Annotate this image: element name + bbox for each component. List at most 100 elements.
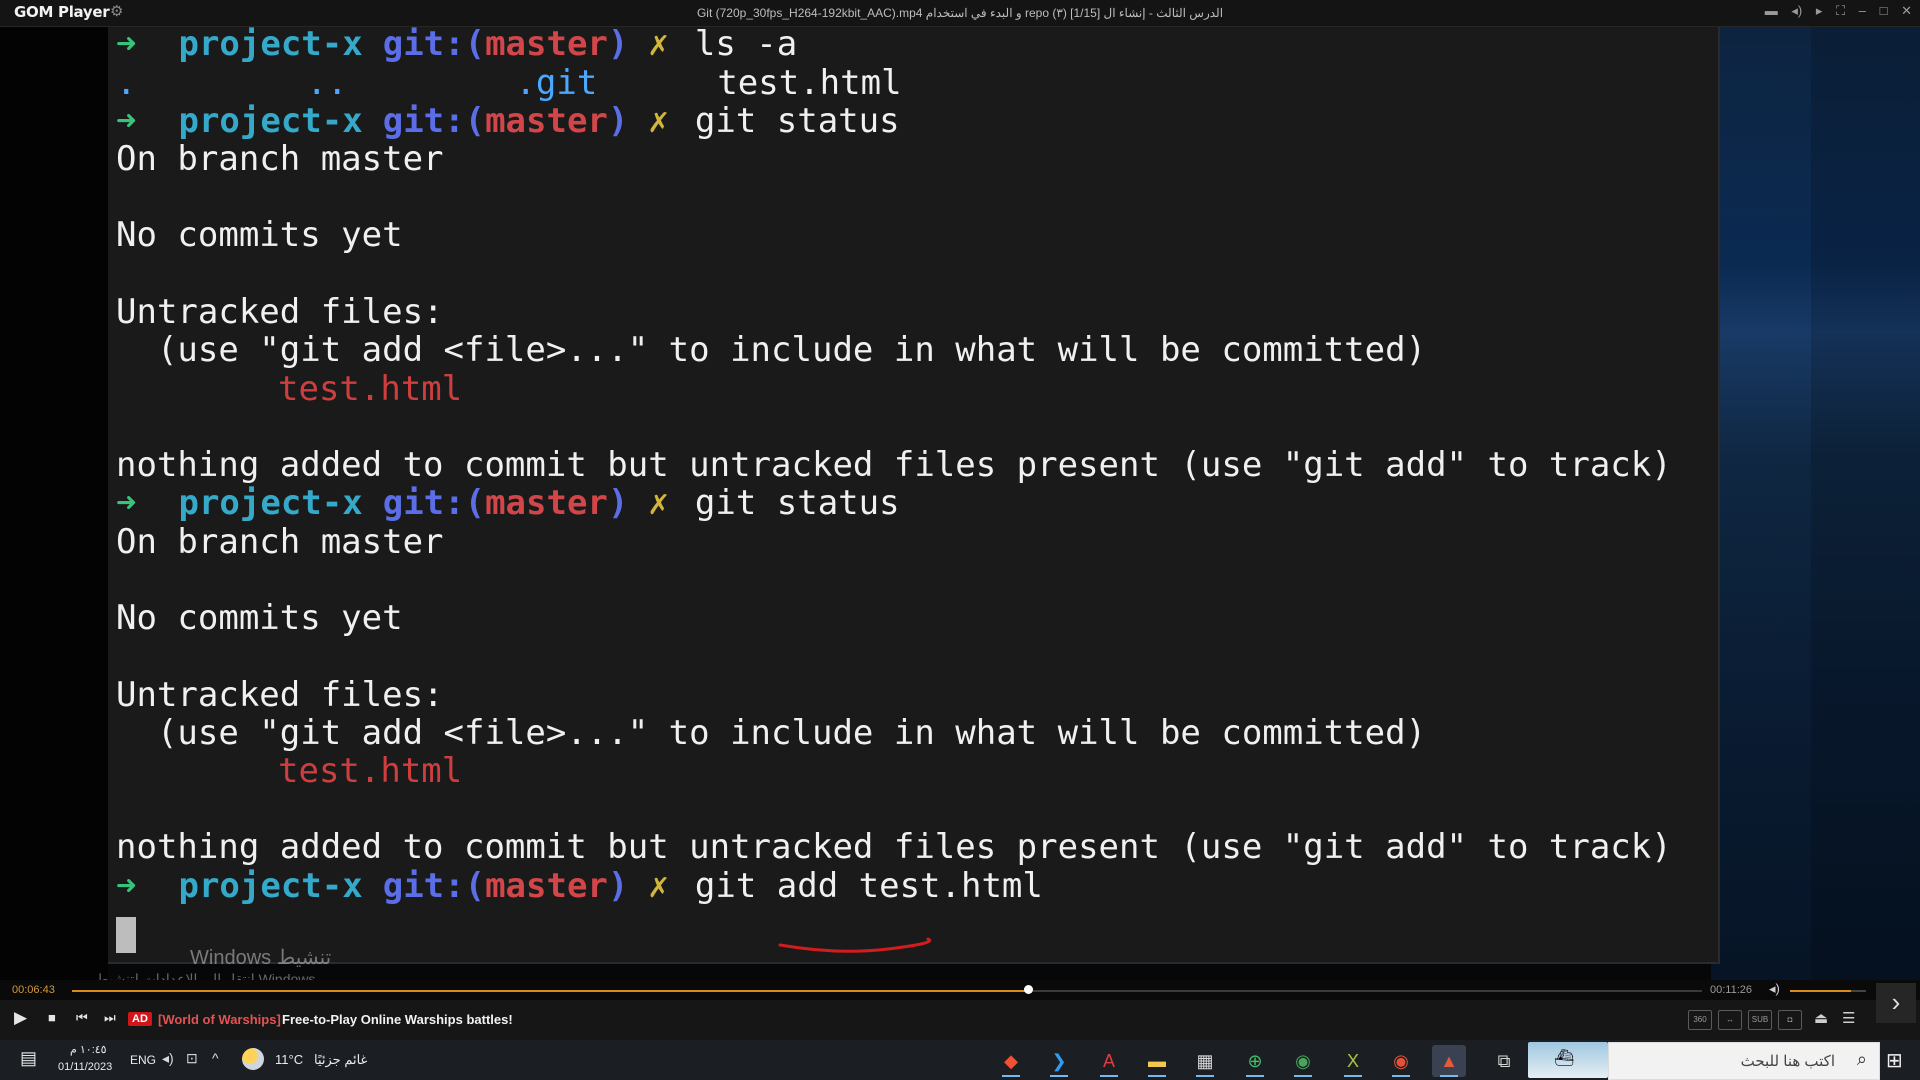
play-icon[interactable]: ▶ <box>14 1008 27 1028</box>
listing-dot: . <box>116 63 137 103</box>
weather-temperature[interactable]: 11°C <box>275 1052 303 1067</box>
close-icon[interactable]: ✕ <box>1901 3 1912 19</box>
chrome-app-icon[interactable]: ◉ <box>1286 1045 1320 1077</box>
video-letterbox-left <box>0 27 108 980</box>
speaker-icon[interactable]: ◂) <box>1791 3 1802 19</box>
title-bar: GOM Player ⚙ Git (720p_30fps_H264-192kbi… <box>0 0 1920 27</box>
terminal-output-text: No commits yet <box>116 598 403 638</box>
ad-text[interactable]: Free-to-Play Online Warships battles! <box>282 1012 513 1027</box>
vr-360-button[interactable]: 360 <box>1688 1010 1712 1030</box>
listing-git-dir: .git <box>515 63 598 103</box>
gear-icon[interactable]: ⚙ <box>110 2 123 20</box>
windows-start-icon[interactable]: ⊞ <box>1886 1048 1903 1073</box>
untracked-file-name: test.html <box>278 751 463 791</box>
notification-icon[interactable]: ▤ <box>20 1048 37 1069</box>
terminal-output-text: Untracked files: <box>116 292 444 332</box>
taskbar-search-box[interactable]: اكتب هنا للبحث ⌕ <box>1608 1042 1880 1080</box>
next-icon[interactable]: ⏭ <box>104 1010 116 1026</box>
network-tray-icon[interactable]: ⊡ <box>186 1050 198 1067</box>
prompt-branch: master <box>485 27 608 64</box>
current-time: 00:06:43 <box>12 984 55 996</box>
volume-tray-icon[interactable]: ◂) <box>162 1050 174 1067</box>
prompt-branch: master <box>485 483 608 523</box>
gom-player-app-icon[interactable]: ▲ <box>1432 1045 1466 1077</box>
chevron-right-icon[interactable]: › <box>1876 983 1916 1023</box>
stop-icon[interactable]: ■ <box>48 1010 56 1025</box>
running-indicator <box>1050 1075 1068 1077</box>
prompt-git-label: git:( <box>382 483 486 523</box>
ad-badge: AD <box>128 1012 152 1026</box>
activate-windows-title: Windows تنشيط <box>190 947 332 969</box>
running-indicator <box>1002 1075 1020 1077</box>
minimize-icon[interactable]: – <box>1859 3 1866 18</box>
terminal-output-line: nothing added to commit but untracked fi… <box>116 446 1672 484</box>
seek-thumb[interactable] <box>1023 985 1033 994</box>
ad-brand[interactable]: [World of Warships] <box>158 1012 281 1027</box>
play-small-icon[interactable]: ▸ <box>1816 3 1823 19</box>
media-app-icon[interactable]: ▦ <box>1188 1045 1222 1077</box>
clock-date[interactable]: 01/11/2023 <box>58 1061 112 1073</box>
window-controls: ▬ ◂) ▸ ⛶ – □ ✕ <box>1755 3 1912 19</box>
task-view-icon[interactable]: ⧉ <box>1487 1045 1521 1077</box>
eject-icon[interactable]: ⏏ <box>1814 1009 1828 1027</box>
menu-icon[interactable]: ☰ <box>1842 1009 1855 1027</box>
windows-taskbar: ▤ ١٠:٤٥ م 01/11/2023 ENG ◂) ⊡ ^ 11°C غائ… <box>0 1040 1920 1080</box>
excel-app-icon[interactable]: X <box>1336 1045 1370 1077</box>
video-area[interactable]: ➜ project-x git:(master) ✗ ls -a... .git test.… <box>0 27 1920 980</box>
terminal-cursor <box>116 917 136 953</box>
mini-mode-icon[interactable]: ▬ <box>1765 3 1778 18</box>
prompt-command: git add test.html <box>694 866 1043 906</box>
capture-button[interactable]: ◘ <box>1778 1010 1802 1030</box>
maximize-icon[interactable]: □ <box>1880 3 1888 18</box>
screen-ratio-button[interactable]: ↔ <box>1718 1010 1742 1030</box>
prompt-git-label: git:( <box>382 27 486 64</box>
subtitle-button[interactable]: SUB <box>1748 1010 1772 1030</box>
prompt-dirty-mark: ✗ <box>648 866 669 906</box>
terminal-output-text: No commits yet <box>116 215 403 255</box>
terminal-output-line: nothing added to commit but untracked fi… <box>116 828 1672 866</box>
terminal-untracked-file: test.html <box>116 370 462 408</box>
clock-time[interactable]: ١٠:٤٥ م <box>70 1043 107 1056</box>
terminal-output-text: nothing added to commit but untracked fi… <box>116 445 1672 485</box>
prompt-git-close: ) <box>607 101 629 141</box>
terminal-prompt-line: ➜ project-x git:(master) ✗ git add test.html <box>116 867 1043 905</box>
prompt-command: git status <box>694 483 900 523</box>
terminal-output-line: (use "git add <file>..." to include in w… <box>116 331 1426 369</box>
previous-icon[interactable]: ⏮ <box>76 1010 88 1026</box>
acrobat-app-icon[interactable]: A <box>1092 1045 1126 1077</box>
weather-description[interactable]: غائم جزئيًا <box>314 1052 367 1068</box>
terminal-window: ➜ project-x git:(master) ✗ ls -a... .git test.… <box>108 27 1720 964</box>
prompt-project: project-x <box>178 866 363 906</box>
prompt-git-close: ) <box>607 27 629 64</box>
weather-icon[interactable] <box>242 1048 264 1070</box>
vscode-app-icon[interactable]: ❯ <box>1042 1045 1076 1077</box>
prompt-dirty-mark: ✗ <box>648 483 669 523</box>
prompt-command: ls -a <box>694 27 798 64</box>
terminal-untracked-file: test.html <box>116 752 462 790</box>
git-app-icon[interactable]: ◆ <box>994 1045 1028 1077</box>
prompt-arrow: ➜ <box>116 101 137 141</box>
fullscreen-icon[interactable]: ⛶ <box>1836 3 1845 19</box>
terminal-output-line: (use "git add <file>..." to include in w… <box>116 714 1426 752</box>
chrome-profile-app-icon[interactable]: ◉ <box>1384 1045 1418 1077</box>
running-indicator <box>1294 1075 1312 1077</box>
file-explorer-app-icon[interactable]: ▬ <box>1140 1045 1174 1077</box>
search-placeholder: اكتب هنا للبحث <box>1740 1053 1835 1070</box>
activate-windows-subtitle: انتقل إلى الإعدادات لتنشيط Windows. <box>96 971 320 980</box>
volume-level <box>1790 990 1851 992</box>
volume-slider[interactable] <box>1790 990 1866 992</box>
search-highlight-image[interactable]: ⛴ <box>1528 1042 1608 1078</box>
globe-app-icon[interactable]: ⊕ <box>1238 1045 1272 1077</box>
chevron-up-icon[interactable]: ^ <box>212 1050 219 1066</box>
total-time: 00:11:26 <box>1710 984 1753 996</box>
seek-progress <box>72 990 1029 992</box>
prompt-command: git status <box>694 101 900 141</box>
volume-icon[interactable]: ◂) <box>1769 981 1780 997</box>
language-indicator[interactable]: ENG <box>130 1053 156 1067</box>
seek-bar[interactable] <box>72 985 1702 994</box>
seek-row: 00:06:43 00:11:26 ◂) <box>0 980 1920 1000</box>
untracked-file-name: test.html <box>278 369 463 409</box>
terminal-output-line: On branch master <box>116 140 444 178</box>
terminal-output-line: Untracked files: <box>116 293 444 331</box>
listing-dotdot: .. <box>306 63 348 103</box>
